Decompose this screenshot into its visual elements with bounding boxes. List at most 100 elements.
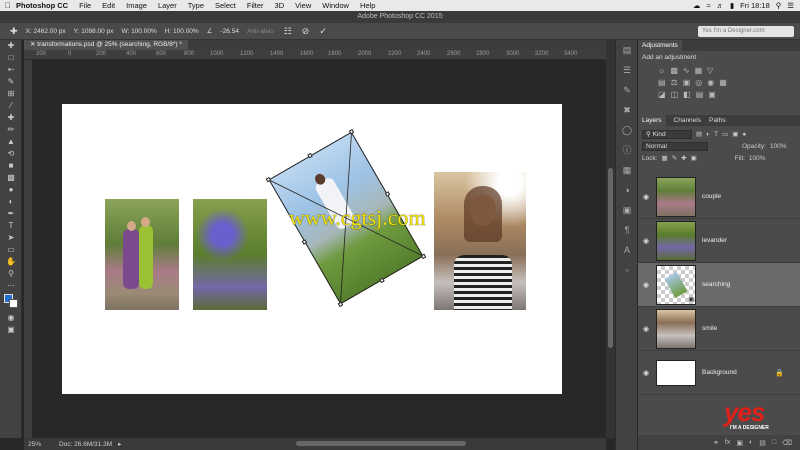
wifi-icon[interactable]: ≈	[706, 1, 710, 10]
exposure-icon[interactable]: ▦	[695, 66, 703, 75]
tab-paths[interactable]: Paths	[709, 115, 726, 126]
notes-panel-icon[interactable]: ▫	[616, 260, 638, 280]
cancel-transform-icon[interactable]: ⊘	[302, 26, 310, 37]
eye-icon[interactable]: ◉	[638, 237, 654, 245]
quick-select-tool-icon[interactable]: ✎	[0, 76, 22, 88]
fill-value[interactable]: 100%	[749, 155, 766, 162]
black-white-icon[interactable]: ▣	[683, 78, 691, 87]
apple-icon[interactable]: 	[0, 1, 16, 10]
menu-window[interactable]: Window	[322, 1, 349, 10]
eye-icon[interactable]: ◉	[638, 193, 654, 201]
menu-layer[interactable]: Layer	[158, 1, 177, 10]
clock[interactable]: Fri 18:18	[740, 1, 770, 10]
eye-icon[interactable]: ◉	[638, 281, 654, 289]
blur-tool-icon[interactable]: ●	[0, 184, 22, 196]
blend-mode-select[interactable]: Normal	[642, 141, 708, 151]
threshold-icon[interactable]: ◧	[683, 90, 691, 99]
warp-icon[interactable]: ☷	[284, 26, 292, 37]
layer-row-smile[interactable]: ◉ smile	[638, 307, 800, 351]
posterize-icon[interactable]: ◫	[671, 90, 679, 99]
tools-panel-icon[interactable]: ✖	[616, 100, 638, 120]
curves-icon[interactable]: ∿	[683, 66, 690, 75]
character-panel-icon[interactable]: A	[616, 240, 638, 260]
brightness-contrast-icon[interactable]: ☼	[658, 66, 665, 75]
layer-name[interactable]: couple	[702, 193, 721, 200]
y-position-field[interactable]: Y: 1098.00 px	[74, 28, 114, 35]
background-color-swatch[interactable]	[9, 299, 18, 308]
dodge-tool-icon[interactable]: ◐	[0, 196, 22, 208]
close-tab-icon[interactable]: ✕	[30, 41, 35, 48]
menu-3d[interactable]: 3D	[275, 1, 285, 10]
filter-adjustment-icon[interactable]: ◐	[706, 131, 710, 138]
lasso-tool-icon[interactable]: ➸	[0, 64, 22, 76]
photo-couple[interactable]	[105, 199, 179, 310]
photo-filter-icon[interactable]: ◎	[695, 78, 702, 87]
menu-edit[interactable]: Edit	[102, 1, 115, 10]
layer-filter-kind-select[interactable]: ⚲ Kind	[642, 129, 692, 139]
color-swatches[interactable]	[0, 292, 22, 312]
add-mask-icon[interactable]: ▣	[736, 439, 743, 447]
height-field[interactable]: H: 100.00%	[165, 28, 199, 35]
vertical-ruler[interactable]	[24, 60, 32, 438]
glyphs-panel-icon[interactable]: ▣	[616, 200, 638, 220]
horizontal-scrollbar[interactable]	[296, 441, 466, 446]
color-lookup-icon[interactable]: ▦	[719, 78, 727, 87]
swatches-panel-icon[interactable]: ▦	[616, 160, 638, 180]
anti-alias-checkbox[interactable]: Anti-alias	[247, 28, 274, 35]
tab-layers[interactable]: Layers	[638, 115, 666, 126]
menu-app-name[interactable]: Photoshop CC	[16, 1, 68, 10]
filter-shape-icon[interactable]: ▭	[722, 130, 728, 138]
vibrance-icon[interactable]: ▽	[707, 66, 713, 75]
gradient-tool-icon[interactable]: ▩	[0, 172, 22, 184]
brush-panel-icon[interactable]: ✎	[616, 80, 638, 100]
angle-field[interactable]: -26.54	[221, 28, 239, 35]
layer-name[interactable]: levander	[702, 237, 727, 244]
layer-name[interactable]: Background	[702, 369, 737, 376]
new-group-icon[interactable]: ▤	[759, 439, 766, 447]
history-brush-tool-icon[interactable]: ⟲	[0, 148, 22, 160]
move-tool-icon[interactable]: ✚	[0, 40, 22, 52]
new-layer-icon[interactable]: □	[772, 439, 776, 446]
hand-tool-icon[interactable]: ✋	[0, 256, 22, 268]
menu-help[interactable]: Help	[360, 1, 375, 10]
lock-position-icon[interactable]: ✚	[681, 154, 686, 162]
menu-filter[interactable]: Filter	[247, 1, 264, 10]
document-size[interactable]: Doc: 26.6M/31.3M	[59, 441, 112, 448]
filter-toggle-icon[interactable]: ●	[742, 131, 746, 138]
layer-name[interactable]: searching	[702, 281, 730, 288]
move-transform-icon[interactable]: ✚	[10, 26, 18, 37]
photo-lavender[interactable]	[193, 199, 267, 310]
zoom-tool-icon[interactable]: ⚲	[0, 268, 22, 280]
status-arrow-icon[interactable]: ▸	[118, 440, 121, 448]
search-icon[interactable]: ⚲	[776, 1, 782, 10]
color-balance-icon[interactable]: ⚖	[671, 78, 678, 87]
crop-tool-icon[interactable]: ⊞	[0, 88, 22, 100]
menu-file[interactable]: File	[79, 1, 91, 10]
levels-icon[interactable]: ▩	[670, 66, 678, 75]
layer-row-background[interactable]: ◉ Background 🔒	[638, 351, 800, 395]
brush-tool-icon[interactable]: ✏	[0, 124, 22, 136]
eye-icon[interactable]: ◉	[638, 325, 654, 333]
vertical-scrollbar[interactable]	[608, 168, 613, 348]
paragraph-panel-icon[interactable]: ¶	[616, 220, 638, 240]
healing-tool-icon[interactable]: ✚	[0, 112, 22, 124]
eyedropper-tool-icon[interactable]: ⁄	[0, 100, 22, 112]
battery-icon[interactable]: ▮	[730, 1, 734, 10]
eraser-tool-icon[interactable]: ■	[0, 160, 22, 172]
canvas-area[interactable]: www.cgtsj.com	[32, 60, 606, 438]
more-tools-icon[interactable]: ⋯	[0, 280, 22, 292]
lock-transparent-icon[interactable]: ▦	[662, 154, 668, 162]
layer-row-searching[interactable]: ◉ ▣ searching	[638, 263, 800, 307]
layer-style-icon[interactable]: fx	[725, 439, 730, 446]
lock-all-icon[interactable]: ▣	[691, 154, 697, 162]
menu-select[interactable]: Select	[215, 1, 236, 10]
volume-icon[interactable]: ♬	[717, 1, 725, 10]
stamp-tool-icon[interactable]: ▲	[0, 136, 22, 148]
tab-adjustments[interactable]: Adjustments	[638, 40, 682, 51]
new-adjustment-icon[interactable]: ◐	[749, 439, 753, 446]
trash-icon[interactable]: ⌫	[782, 439, 792, 447]
layer-row-levander[interactable]: ◉ levander	[638, 219, 800, 263]
eye-icon[interactable]: ◉	[638, 369, 654, 377]
document-tab[interactable]: ✕ transformations.psd @ 25% (searching, …	[24, 40, 188, 50]
type-tool-icon[interactable]: T	[0, 220, 22, 232]
